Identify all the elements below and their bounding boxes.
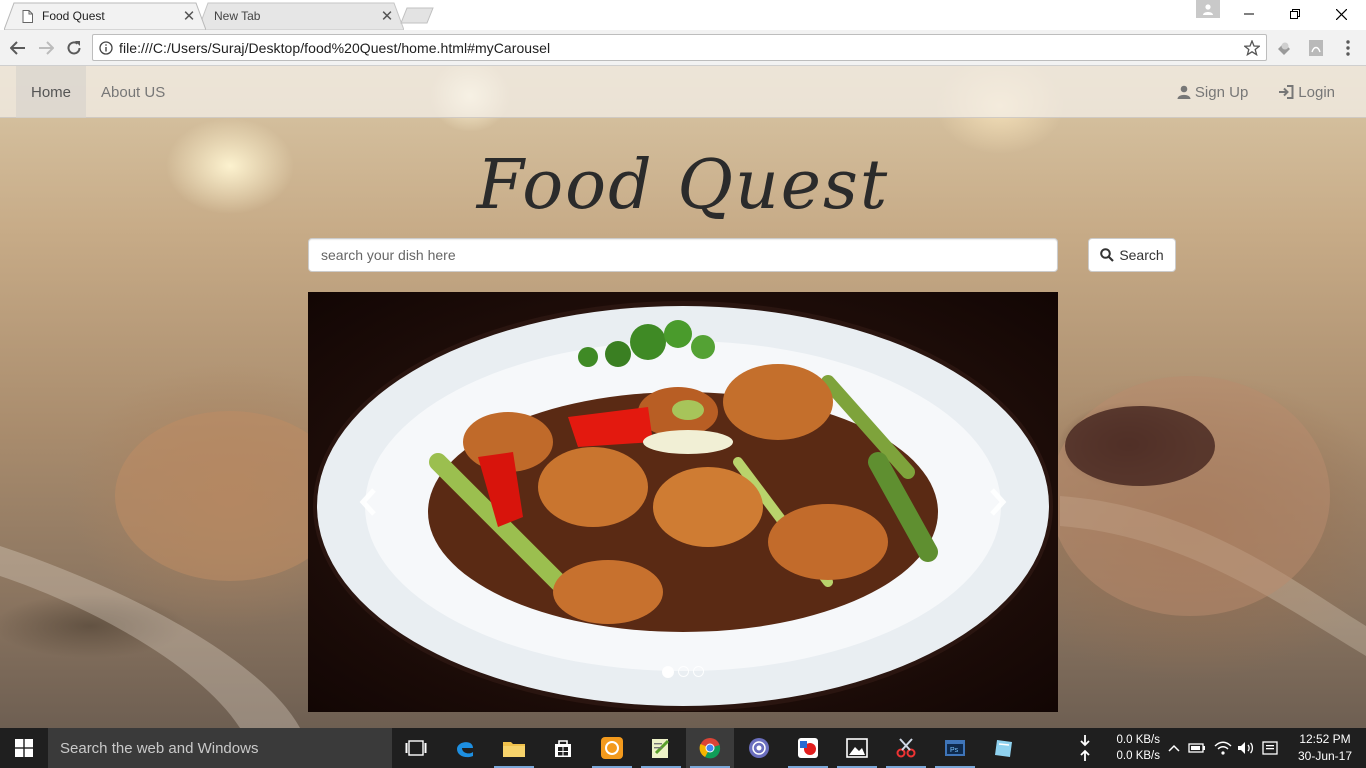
search-button[interactable]: Search — [1088, 238, 1176, 272]
user-icon — [1177, 85, 1191, 99]
food-carousel — [308, 292, 1058, 712]
document-icon — [20, 9, 34, 23]
tab-new-tab[interactable]: New Tab ✕ — [198, 2, 404, 30]
back-arrow-icon[interactable] — [6, 36, 30, 60]
svg-text:Ps: Ps — [950, 747, 959, 754]
login-icon — [1279, 85, 1294, 99]
nav-about-us[interactable]: About US — [86, 66, 180, 118]
task-view-icon[interactable] — [392, 728, 440, 768]
page-title: Food Quest — [476, 146, 890, 225]
tab-strip: New Tab ✕ Food Quest ✕ — [0, 0, 1366, 30]
network-speed: 0.0 KB/s 0.0 KB/s — [1108, 732, 1160, 764]
wifi-icon[interactable] — [1214, 728, 1232, 768]
url-text[interactable]: file:///C:/Users/Suraj/Desktop/food%20Qu… — [119, 40, 1238, 56]
info-icon[interactable] — [93, 40, 119, 55]
store-icon[interactable] — [539, 728, 587, 768]
volume-icon[interactable] — [1237, 728, 1255, 768]
download-speed: 0.0 KB/s — [1116, 734, 1160, 746]
minimize-button[interactable] — [1226, 0, 1272, 28]
tab-title: New Tab — [214, 9, 261, 23]
search-button-label: Search — [1119, 247, 1164, 263]
upload-speed: 0.0 KB/s — [1116, 750, 1160, 762]
dish-photo — [313, 301, 1053, 711]
nav-sign-up[interactable]: Sign Up — [1162, 66, 1263, 118]
nav-home[interactable]: Home — [16, 66, 87, 118]
carousel-indicator[interactable] — [693, 666, 704, 677]
start-button[interactable] — [0, 728, 48, 768]
page-viewport: Home About US Sign Up Login Food Quest S… — [0, 66, 1366, 728]
uc-browser-icon[interactable] — [588, 728, 636, 768]
action-center-icon[interactable] — [1262, 728, 1278, 768]
carousel-indicator[interactable] — [662, 666, 674, 678]
login-label: Login — [1298, 83, 1335, 101]
search-icon — [1100, 248, 1115, 262]
snipping-tool-icon[interactable] — [882, 728, 930, 768]
menu-dots-icon[interactable] — [1338, 38, 1358, 58]
clock-time: 12:52 PM — [1299, 732, 1351, 746]
photoshop-icon[interactable]: Ps — [931, 728, 979, 768]
battery-icon[interactable] — [1188, 728, 1206, 768]
extension-icon[interactable] — [1274, 38, 1294, 58]
clock-date: 30-Jun-17 — [1297, 749, 1353, 763]
paint-icon[interactable] — [784, 728, 832, 768]
profile-icon[interactable] — [1196, 0, 1220, 18]
close-icon[interactable]: ✕ — [380, 8, 394, 25]
windows-logo-icon — [15, 739, 33, 757]
close-icon[interactable]: ✕ — [182, 8, 196, 25]
restore-button[interactable] — [1272, 0, 1318, 28]
close-window-button[interactable] — [1318, 0, 1364, 28]
notepad-plus-icon[interactable] — [637, 728, 685, 768]
nav-login[interactable]: Login — [1263, 66, 1350, 118]
dish-search-input[interactable] — [308, 238, 1058, 272]
sign-up-label: Sign Up — [1194, 83, 1249, 101]
file-explorer-icon[interactable] — [490, 728, 538, 768]
bookmark-star-icon[interactable] — [1238, 39, 1266, 56]
pdf-extension-icon[interactable] — [1306, 38, 1326, 58]
taskbar-search-box[interactable]: Search the web and Windows — [48, 728, 392, 768]
carousel-next-button[interactable] — [978, 482, 1018, 522]
windows-taskbar: Search the web and Windows Ps 0.0 KB/s 0… — [0, 728, 1366, 768]
app-icon[interactable] — [980, 728, 1028, 768]
forward-arrow-icon[interactable] — [34, 36, 58, 60]
carousel-indicator[interactable] — [678, 666, 689, 677]
address-bar[interactable]: file:///C:/Users/Suraj/Desktop/food%20Qu… — [92, 34, 1267, 61]
site-navbar: Home About US Sign Up Login — [0, 66, 1366, 118]
edge-icon[interactable] — [441, 728, 489, 768]
media-player-icon[interactable] — [735, 728, 783, 768]
chevron-left-icon — [359, 488, 376, 516]
photos-icon[interactable] — [833, 728, 881, 768]
chevron-right-icon — [990, 488, 1007, 516]
browser-toolbar: file:///C:/Users/Suraj/Desktop/food%20Qu… — [0, 30, 1366, 66]
carousel-prev-button[interactable] — [348, 482, 388, 522]
reload-icon[interactable] — [62, 36, 86, 60]
taskbar-clock[interactable]: 12:52 PM 30-Jun-17 — [1290, 731, 1360, 765]
tab-title: Food Quest — [42, 9, 105, 23]
network-speed-arrows-icon — [1078, 728, 1092, 768]
chrome-icon[interactable] — [686, 728, 734, 768]
tab-food-quest[interactable]: Food Quest ✕ — [4, 2, 206, 30]
new-tab-button[interactable] — [400, 7, 434, 24]
carousel-indicators — [308, 666, 1058, 678]
show-hidden-icons-chevron-icon[interactable] — [1168, 728, 1180, 768]
